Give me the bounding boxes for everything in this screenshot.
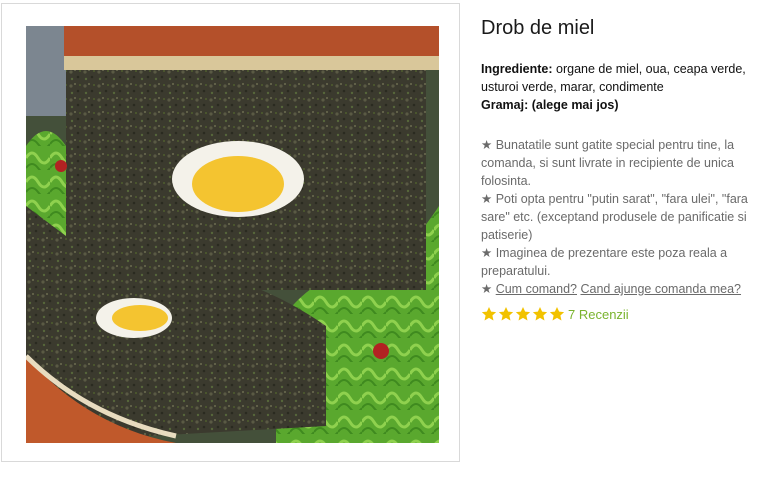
star-bullet-icon: ★	[481, 138, 493, 152]
note-text: Poti opta pentru "putin sarat", "fara ul…	[481, 192, 748, 242]
star-icon	[532, 307, 548, 321]
note-cooked-fresh: ★ Bunatatile sunt gatite special pentru …	[481, 136, 766, 190]
product-info: Drob de miel Ingrediente: organe de miel…	[481, 14, 766, 322]
note-text: Imaginea de prezentare este poza reala a…	[481, 246, 728, 278]
weight-row: Gramaj: (alege mai jos)	[481, 96, 766, 114]
reviews-link[interactable]: 7 Recenzii	[568, 307, 629, 322]
weight-label: Gramaj: (alege mai jos)	[481, 98, 619, 112]
star-bullet-icon: ★	[481, 192, 493, 206]
star-bullet-icon: ★	[481, 246, 493, 260]
star-bullet-icon: ★	[481, 282, 493, 296]
star-icon	[481, 307, 497, 321]
product-photo[interactable]	[26, 26, 439, 443]
note-options: ★ Poti opta pentru "putin sarat", "fara …	[481, 190, 766, 244]
drob-photo-illustration	[26, 26, 439, 443]
note-real-photo: ★ Imaginea de prezentare este poza reala…	[481, 244, 766, 280]
product-image-frame	[1, 3, 460, 462]
ingredients-label: Ingrediente:	[481, 62, 553, 76]
how-to-order-link[interactable]: Cum comand?	[496, 282, 577, 296]
star-icon	[498, 307, 514, 321]
star-icon	[549, 307, 565, 321]
ingredients-row: Ingrediente: organe de miel, oua, ceapa …	[481, 60, 766, 96]
product-title: Drob de miel	[481, 17, 595, 39]
note-links: ★ Cum comand? Cand ajunge comanda mea?	[481, 280, 766, 298]
rating[interactable]: 7 Recenzii	[481, 306, 766, 322]
delivery-time-link[interactable]: Cand ajunge comanda mea?	[580, 282, 741, 296]
star-icon	[515, 307, 531, 321]
note-text: Bunatatile sunt gatite special pentru ti…	[481, 138, 735, 188]
rating-stars	[481, 306, 566, 322]
